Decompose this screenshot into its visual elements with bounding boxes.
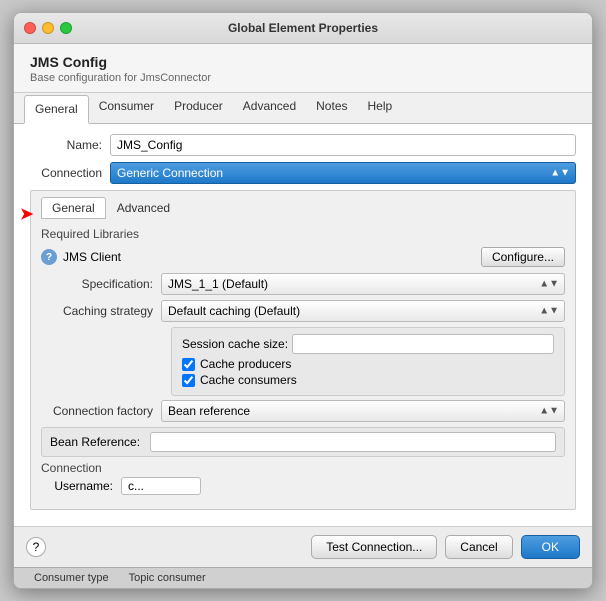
lib-row: ? JMS Client Configure... — [41, 247, 565, 267]
username-input[interactable] — [121, 477, 201, 495]
bottom-tab-topic-consumer[interactable]: Topic consumer — [119, 568, 216, 588]
session-cache-label: Session cache size: — [182, 337, 292, 351]
conn-factory-select-wrap: Bean reference ▲▼ — [161, 400, 565, 422]
session-cache-input[interactable] — [292, 334, 554, 354]
specification-select[interactable]: JMS_1_1 (Default) — [161, 273, 565, 295]
cache-consumers-checkbox[interactable] — [182, 374, 195, 387]
username-row: Username: — [41, 477, 565, 495]
bean-ref-box: Bean Reference: — [41, 427, 565, 457]
conn-factory-select[interactable]: Bean reference — [161, 400, 565, 422]
window-title: Global Element Properties — [228, 21, 378, 35]
connection-select[interactable]: Generic Connection — [110, 162, 576, 184]
config-subtitle: Base configuration for JmsConnector — [30, 72, 576, 84]
title-bar: Global Element Properties — [14, 13, 592, 44]
specification-select-wrap: JMS_1_1 (Default) ▲▼ — [161, 273, 565, 295]
tab-producer[interactable]: Producer — [164, 93, 233, 124]
connection-row: Connection Generic Connection ▲▼ — [30, 162, 576, 184]
arrow-indicator-icon: ➤ — [20, 204, 33, 224]
specification-row: Specification: JMS_1_1 (Default) ▲▼ — [41, 273, 565, 295]
tab-general[interactable]: General — [24, 95, 89, 124]
inner-area-wrapper: ➤ General Advanced Required Libraries ? … — [30, 190, 576, 510]
info-icon: ? — [41, 249, 57, 265]
bean-ref-label: Bean Reference: — [50, 435, 150, 449]
content-area: Name: Connection Generic Connection ▲▼ ➤… — [14, 124, 592, 526]
cache-consumers-row: Cache consumers — [182, 373, 554, 387]
tab-help[interactable]: Help — [358, 93, 403, 124]
tab-consumer[interactable]: Consumer — [89, 93, 164, 124]
close-button[interactable] — [24, 22, 36, 34]
name-row: Name: — [30, 134, 576, 156]
header-section: JMS Config Base configuration for JmsCon… — [14, 44, 592, 93]
caching-label: Caching strategy — [41, 304, 161, 318]
inner-tab-advanced[interactable]: Advanced — [106, 197, 181, 219]
inner-tab-general[interactable]: General — [41, 197, 106, 219]
bottom-tabs: Consumer type Topic consumer — [14, 567, 592, 588]
username-label: Username: — [41, 479, 121, 493]
lib-name: JMS Client — [63, 250, 481, 264]
tab-notes[interactable]: Notes — [306, 93, 357, 124]
help-button[interactable]: ? — [26, 537, 46, 557]
specification-label: Specification: — [41, 277, 161, 291]
window-controls — [24, 22, 72, 34]
caching-row: Caching strategy Default caching (Defaul… — [41, 300, 565, 322]
footer: ? Test Connection... Cancel OK — [14, 526, 592, 567]
cache-producers-row: Cache producers — [182, 357, 554, 371]
connection-inner-area: General Advanced Required Libraries ? JM… — [30, 190, 576, 510]
connection-section-title: Connection — [41, 461, 565, 475]
main-tabs: General Consumer Producer Advanced Notes… — [14, 93, 592, 124]
cache-consumers-label: Cache consumers — [200, 373, 297, 387]
cache-producers-checkbox[interactable] — [182, 358, 195, 371]
inner-tabs: General Advanced — [41, 197, 565, 219]
footer-left: ? — [26, 537, 46, 557]
cache-box: Session cache size: Cache producers Cach… — [171, 327, 565, 396]
caching-select-wrap: Default caching (Default) ▲▼ — [161, 300, 565, 322]
maximize-button[interactable] — [60, 22, 72, 34]
footer-right: Test Connection... Cancel OK — [311, 535, 580, 559]
ok-button[interactable]: OK — [521, 535, 580, 559]
conn-factory-row: Connection factory Bean reference ▲▼ — [41, 400, 565, 422]
tab-advanced[interactable]: Advanced — [233, 93, 306, 124]
bottom-tab-consumer-type[interactable]: Consumer type — [24, 568, 119, 588]
test-connection-button[interactable]: Test Connection... — [311, 535, 437, 559]
bean-ref-input[interactable] — [150, 432, 556, 452]
connection-select-wrapper: Generic Connection ▲▼ — [110, 162, 576, 184]
required-libs-title: Required Libraries — [41, 227, 565, 241]
minimize-button[interactable] — [42, 22, 54, 34]
config-title: JMS Config — [30, 54, 576, 70]
cancel-button[interactable]: Cancel — [445, 535, 512, 559]
connection-label: Connection — [30, 166, 110, 180]
caching-select[interactable]: Default caching (Default) — [161, 300, 565, 322]
name-input[interactable] — [110, 134, 576, 156]
session-cache-row: Session cache size: — [182, 334, 554, 354]
cache-producers-label: Cache producers — [200, 357, 291, 371]
name-label: Name: — [30, 138, 110, 152]
configure-button[interactable]: Configure... — [481, 247, 565, 267]
conn-factory-label: Connection factory — [41, 404, 161, 418]
main-window: Global Element Properties JMS Config Bas… — [13, 12, 593, 589]
